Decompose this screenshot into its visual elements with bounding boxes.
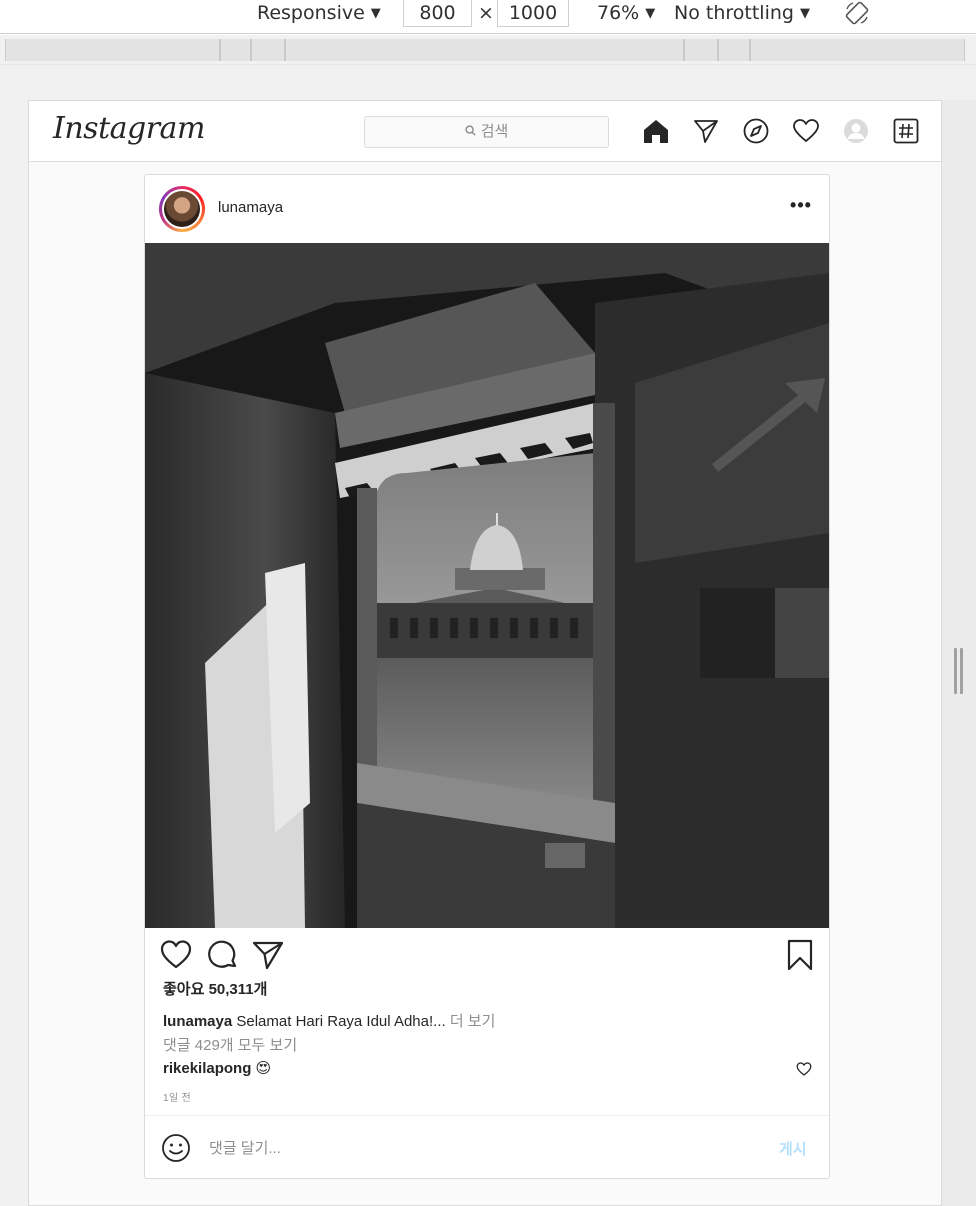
- comment-username[interactable]: rikekilapong: [163, 1060, 251, 1077]
- search-icon: [465, 117, 476, 147]
- post-card: lunamaya ••• 좋아요 50,311개 lunamaya Selama…: [144, 174, 830, 1179]
- instagram-logo[interactable]: Instagram: [53, 111, 205, 146]
- comment-text: 😍: [255, 1060, 272, 1077]
- hashtag-icon[interactable]: [891, 116, 921, 146]
- caption-username[interactable]: lunamaya: [163, 1013, 232, 1030]
- like-icon[interactable]: [159, 938, 193, 972]
- search-input[interactable]: 검색: [364, 116, 609, 148]
- width-input[interactable]: 800: [403, 0, 472, 27]
- search-placeholder: 검색: [480, 123, 509, 140]
- profile-avatar-icon[interactable]: [841, 116, 871, 146]
- post-timestamp[interactable]: 1일 전: [163, 1089, 191, 1104]
- comment-like-icon[interactable]: [796, 1061, 812, 1077]
- comment-item: rikekilapong 😍: [163, 1059, 271, 1077]
- ig-header: Instagram 검색: [29, 101, 941, 162]
- rotate-icon[interactable]: [844, 0, 870, 26]
- media-query-ruler[interactable]: [0, 35, 976, 65]
- device-label: Responsive: [257, 2, 365, 24]
- caption-text: Selamat Hari Raya Idul Adha!...: [236, 1013, 446, 1030]
- save-icon[interactable]: [783, 938, 817, 972]
- comment-input[interactable]: [209, 1136, 769, 1160]
- home-icon[interactable]: [641, 116, 671, 146]
- post-photo[interactable]: [145, 243, 829, 928]
- dropdown-arrow-icon: ▼: [799, 6, 810, 21]
- dropdown-arrow-icon: ▼: [645, 6, 656, 21]
- throttling-label: No throttling: [674, 2, 794, 24]
- post-actions: [145, 928, 829, 982]
- dropdown-arrow-icon: ▼: [370, 6, 381, 21]
- post-header: lunamaya •••: [145, 175, 829, 243]
- throttling-select[interactable]: No throttling ▼: [674, 0, 810, 26]
- direct-icon[interactable]: [691, 116, 721, 146]
- caption-more-link[interactable]: 더 보기: [450, 1013, 496, 1030]
- post-caption: lunamaya Selamat Hari Raya Idul Adha!...…: [163, 1010, 495, 1031]
- height-input[interactable]: 1000: [497, 0, 569, 27]
- post-comment-button[interactable]: 게시: [779, 1138, 807, 1159]
- add-comment-section: 게시: [145, 1115, 829, 1178]
- view-all-comments-link[interactable]: 댓글 429개 모두 보기: [163, 1034, 297, 1055]
- like-count[interactable]: 좋아요 50,311개: [163, 978, 267, 999]
- share-icon[interactable]: [251, 938, 285, 972]
- more-options-icon[interactable]: •••: [789, 196, 813, 221]
- zoom-select[interactable]: 76% ▼: [597, 0, 655, 26]
- avatar[interactable]: [159, 186, 205, 232]
- resize-handle[interactable]: [952, 648, 964, 694]
- explore-icon[interactable]: [741, 116, 771, 146]
- comment-icon[interactable]: [206, 938, 240, 972]
- emoji-icon[interactable]: [161, 1133, 191, 1163]
- devtools-toolbar: Responsive ▼ 800 × 1000 76% ▼ No throttlin…: [0, 0, 976, 34]
- activity-heart-icon[interactable]: [791, 116, 821, 146]
- device-select[interactable]: Responsive ▼: [257, 0, 381, 26]
- zoom-label: 76%: [597, 2, 640, 24]
- device-viewport: Instagram 검색 lunamaya ••• 좋아요 50,311개 lu…: [28, 100, 942, 1206]
- dimension-separator: ×: [478, 2, 494, 24]
- post-username[interactable]: lunamaya: [218, 199, 283, 216]
